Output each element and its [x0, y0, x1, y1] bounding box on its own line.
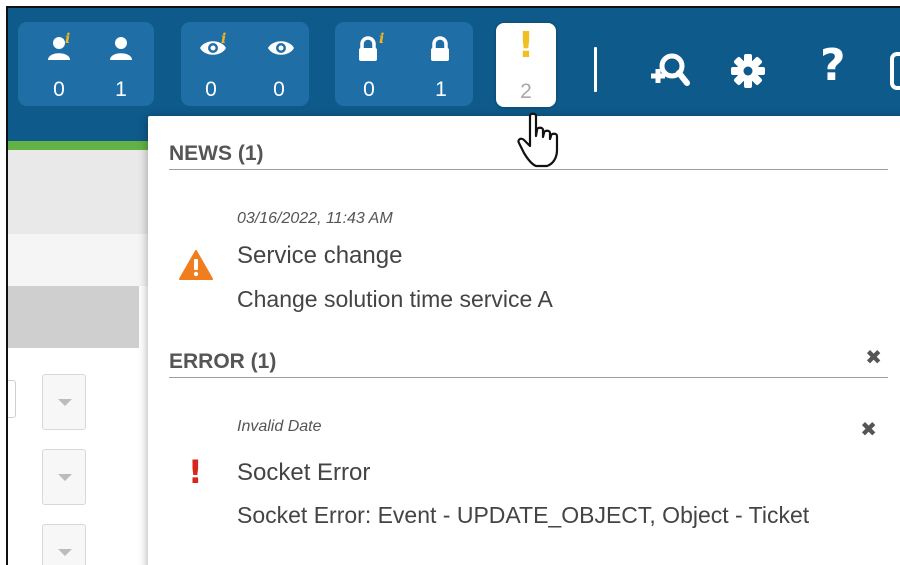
error-heading: ERROR (1) [169, 350, 277, 373]
lock-counter[interactable]: 1 [421, 22, 461, 106]
accent-strip [8, 141, 168, 150]
user-icon [110, 37, 132, 60]
observed-info-count: 0 [205, 78, 217, 101]
alerts-count: 2 [520, 80, 532, 103]
filter-dropdown[interactable] [42, 374, 86, 430]
app-window: i 0 1 i 0 0 i 0 1 ! 2 ? NEWS (1) 03/16/2… [6, 6, 900, 565]
search-user-icon[interactable] [648, 50, 690, 90]
toolbar-divider [594, 47, 597, 92]
lock-info-counter[interactable]: i 0 [349, 22, 389, 106]
close-icon[interactable]: ✖ [860, 420, 877, 440]
news-item-date: 03/16/2022, 11:43 AM [237, 210, 393, 227]
chevron-down-icon [58, 399, 72, 406]
help-icon[interactable]: ? [820, 44, 846, 88]
eye-icon [268, 41, 294, 55]
exclamation-icon: ! [517, 25, 535, 66]
hand-cursor-icon [517, 112, 559, 168]
error-section-header: ERROR (1) ✖ [169, 342, 888, 378]
notifications-dropdown: NEWS (1) 03/16/2022, 11:43 AM Service ch… [148, 116, 900, 565]
user-info-count: 0 [53, 78, 65, 101]
observed-info-counter[interactable]: i 0 [191, 22, 231, 106]
observed-count: 0 [273, 78, 285, 101]
lock-counter-group: i 0 1 [335, 22, 473, 106]
user-counter-group: i 0 1 [18, 22, 154, 106]
background-panel [8, 150, 158, 234]
warning-triangle-icon [179, 250, 213, 280]
chevron-down-icon [58, 549, 72, 556]
news-item-body: Change solution time service A [237, 286, 553, 312]
observed-counter[interactable]: 0 [259, 22, 299, 106]
observed-counter-group: i 0 0 [181, 22, 309, 106]
filter-dropdown[interactable] [42, 449, 86, 505]
filter-input[interactable] [8, 380, 16, 418]
info-badge: i [65, 31, 71, 47]
background-panel [8, 234, 158, 286]
chevron-down-icon [58, 474, 72, 481]
gear-icon[interactable] [730, 53, 766, 89]
lock-count: 1 [435, 78, 447, 101]
user-count: 1 [115, 78, 127, 101]
user-info-counter[interactable]: i 0 [39, 22, 79, 106]
filter-dropdown[interactable] [42, 524, 86, 565]
background-header [8, 286, 139, 348]
window-icon[interactable] [890, 52, 900, 90]
info-badge: i [221, 31, 227, 47]
news-item-title: Service change [237, 242, 403, 269]
lock-info-icon [359, 36, 377, 61]
news-heading: NEWS (1) [169, 142, 264, 165]
info-badge: i [379, 31, 385, 47]
lock-info-count: 0 [363, 78, 375, 101]
red-exclamation-icon: ! [188, 453, 203, 491]
lock-icon [431, 36, 449, 61]
alerts-button[interactable]: ! 2 [496, 23, 556, 107]
error-item-title: Socket Error [237, 459, 371, 486]
error-item-date: Invalid Date [237, 418, 322, 435]
error-item-body: Socket Error: Event - UPDATE_OBJECT, Obj… [237, 502, 810, 528]
user-counter[interactable]: 1 [101, 22, 141, 106]
close-section-icon[interactable]: ✖ [865, 348, 882, 368]
